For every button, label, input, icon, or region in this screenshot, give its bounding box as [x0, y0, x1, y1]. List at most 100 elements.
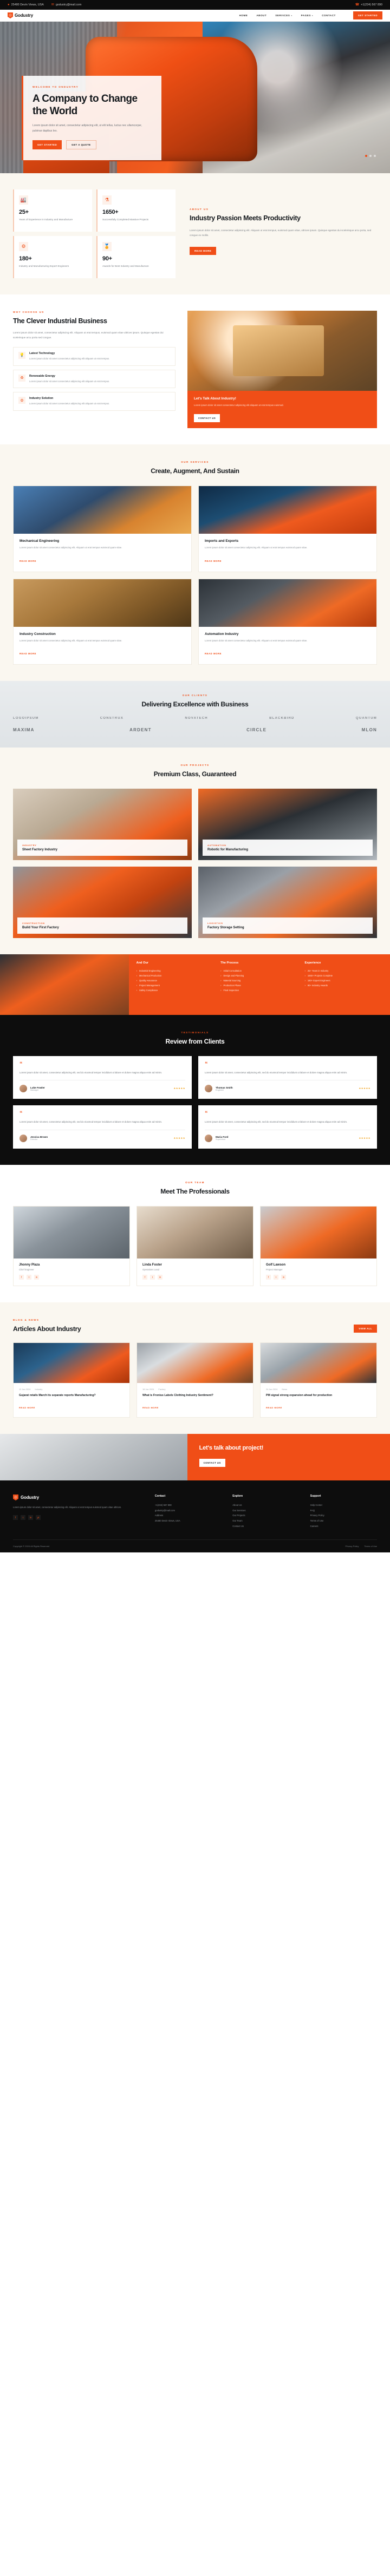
- band-column: Experience › 25+ Years in Industry › 1650+…: [305, 961, 382, 1008]
- band-column-title: The Process: [220, 961, 239, 965]
- partner-logo: LOGOIPSUM: [13, 716, 39, 720]
- hero-get-quote-button[interactable]: GET A QUOTE: [66, 140, 96, 149]
- logo-shield-icon: [8, 12, 13, 18]
- footer-link[interactable]: About Us: [232, 1503, 299, 1508]
- footer-link[interactable]: Our Projects: [232, 1513, 299, 1518]
- service-read-more-link[interactable]: READ MORE: [20, 560, 36, 562]
- service-card[interactable]: Industry Construction Lorem ipsum dolor …: [13, 578, 192, 665]
- bullet-icon: ›: [136, 979, 137, 982]
- team-card[interactable]: Jhonny Plaza Chief Engineer f t in: [13, 1205, 130, 1286]
- footer-link[interactable]: Help Center: [310, 1503, 377, 1508]
- nav-item-services[interactable]: SERVICES ▾: [275, 14, 292, 17]
- testimonial-role: Manager: [30, 1089, 38, 1091]
- blog-card[interactable]: 12 Jan 2024 Industry Gujarat retails Mar…: [13, 1342, 130, 1418]
- feature-text: Lorem ipsum dolor sit amet consectetur a…: [29, 402, 110, 405]
- service-text: Lorem ipsum dolor sit amet consectetur a…: [20, 546, 122, 549]
- twitter-icon[interactable]: t: [21, 1515, 25, 1520]
- blog-image-3: [261, 1342, 376, 1383]
- blog-card[interactable]: 24 Jan 2024 News PM signal strong expans…: [260, 1342, 377, 1418]
- team-card[interactable]: Linda Foster Operations Lead f t in: [136, 1205, 253, 1286]
- features-contact-button[interactable]: CONTACT US: [194, 414, 220, 423]
- blog-view-all-button[interactable]: VIEW ALL: [354, 1324, 377, 1333]
- privacy-policy-link[interactable]: Privacy Policy: [346, 1545, 359, 1548]
- star-rating-icon: ★★★★★: [359, 1136, 370, 1139]
- slider-dot-1[interactable]: [365, 155, 367, 157]
- footer-link[interactable]: +1(234) 567 890: [155, 1503, 222, 1508]
- twitter-icon[interactable]: t: [27, 1274, 31, 1280]
- nav-item-about[interactable]: ABOUT: [256, 14, 266, 17]
- get-started-button[interactable]: GET STARTED: [353, 11, 382, 19]
- nav-item-contact[interactable]: CONTACT: [322, 14, 336, 17]
- footer-link[interactable]: FAQ: [310, 1508, 377, 1513]
- footer-column-explore: Explore About Us Our Services Our Projec…: [232, 1495, 299, 1529]
- linkedin-icon[interactable]: in: [158, 1274, 162, 1280]
- project-card[interactable]: INDUSTRY Sheet Factory Industry: [13, 788, 192, 860]
- facebook-icon[interactable]: f: [13, 1515, 18, 1520]
- project-card[interactable]: LOGISTICS Factory Storage Setting: [198, 866, 377, 938]
- linkedin-icon[interactable]: in: [28, 1515, 33, 1520]
- service-card[interactable]: Automation Industry Lorem ipsum dolor si…: [198, 578, 377, 665]
- hero-slider-dots[interactable]: [365, 155, 376, 157]
- testimonial-card: “ Lorem ipsum dolor sit amet, consectetu…: [198, 1105, 377, 1149]
- twitter-icon[interactable]: t: [274, 1274, 278, 1280]
- service-read-more-link[interactable]: READ MORE: [20, 652, 36, 655]
- blog-read-more-link[interactable]: READ MORE: [266, 1406, 282, 1409]
- footer-logo[interactable]: Godustry: [13, 1495, 144, 1500]
- twitter-icon[interactable]: t: [150, 1274, 155, 1280]
- service-card[interactable]: Imports and Exports Lorem ipsum dolor si…: [198, 486, 377, 572]
- footer-link[interactable]: Our Services: [232, 1508, 299, 1513]
- terms-of-use-link[interactable]: Terms of Use: [364, 1545, 377, 1548]
- footer-link[interactable]: Privacy Policy: [310, 1513, 377, 1518]
- feature-item[interactable]: 💡 Latest Technology Lorem ipsum dolor si…: [13, 346, 176, 366]
- team-member-name: Golf Lawson: [266, 1263, 285, 1267]
- star-rating-icon: ★★★★★: [359, 1087, 370, 1090]
- hero-get-started-button[interactable]: GET STARTED: [32, 140, 62, 149]
- brand-logo[interactable]: Godustry: [8, 12, 33, 18]
- linkedin-icon[interactable]: in: [34, 1274, 39, 1280]
- footer-link[interactable]: Terms of Use: [310, 1518, 377, 1524]
- footer-link[interactable]: Our Team: [232, 1518, 299, 1524]
- footer-link[interactable]: Careers: [310, 1524, 377, 1529]
- facebook-icon[interactable]: f: [266, 1274, 271, 1280]
- team-card[interactable]: Golf Lawson Project Manager f t in: [260, 1205, 377, 1286]
- stats-about-section: 🏭 25+ Years of Experience in Industry an…: [0, 173, 390, 294]
- blog-image-1: [14, 1342, 129, 1383]
- slider-dot-3[interactable]: [374, 155, 376, 157]
- stat-card: ⚗ 1650+ Successfully Completed Massive P…: [96, 189, 176, 232]
- nav-item-pages[interactable]: PAGES ▾: [301, 14, 314, 17]
- slider-dot-2[interactable]: [369, 155, 372, 157]
- testimonial-text: Lorem ipsum dolor sit amet, consectetur …: [20, 1120, 162, 1124]
- partners-title: Delivering Excellence with Business: [141, 700, 249, 708]
- partner-logo: MAXIMA: [13, 727, 35, 732]
- feature-item[interactable]: ⚙ Industry Solution Lorem ipsum dolor si…: [13, 392, 176, 411]
- footer-link[interactable]: godustry@mail.com: [155, 1508, 222, 1513]
- project-card[interactable]: AUTOMATION Robotic for Manufacturing: [198, 788, 377, 860]
- service-card[interactable]: Mechanical Engineering Lorem ipsum dolor…: [13, 486, 192, 572]
- testimonial-card: “ Lorem ipsum dolor sit amet, consectetu…: [198, 1056, 377, 1099]
- top-bar-phone[interactable]: ☎ +1(234) 567 890: [355, 3, 382, 6]
- facebook-icon[interactable]: f: [142, 1274, 147, 1280]
- blog-card[interactable]: 18 Jan 2024 Factory What is Fronius Labe…: [136, 1342, 253, 1418]
- blog-read-more-link[interactable]: READ MORE: [19, 1406, 35, 1409]
- nav-item-home[interactable]: HOME: [239, 14, 248, 17]
- top-bar-email[interactable]: ✉ godustry@mail.com: [51, 3, 82, 6]
- blog-read-more-link[interactable]: READ MORE: [142, 1406, 159, 1409]
- bullet-icon: ›: [136, 969, 137, 972]
- footer-bottom: Copyright © 2024 All Rights Reserved Pri…: [13, 1539, 377, 1552]
- footer-link[interactable]: Contact Us: [232, 1524, 299, 1529]
- feature-item[interactable]: ♻ Renewable Energy Lorem ipsum dolor sit…: [13, 369, 176, 389]
- facebook-icon[interactable]: f: [19, 1274, 24, 1280]
- cta-contact-button[interactable]: CONTACT US: [199, 1459, 225, 1467]
- team-photo-golf: [261, 1206, 376, 1258]
- service-read-more-link[interactable]: READ MORE: [205, 560, 222, 562]
- brand-name: Godustry: [15, 13, 33, 18]
- bullet-icon: ›: [304, 979, 306, 982]
- youtube-icon[interactable]: yt: [36, 1515, 41, 1520]
- about-read-more-button[interactable]: READ MORE: [190, 246, 217, 255]
- project-card[interactable]: CONSTRUCTION Build Your First Factory: [13, 866, 192, 938]
- footer-column-support: Support Help Center FAQ Privacy Policy T…: [310, 1495, 377, 1529]
- service-read-more-link[interactable]: READ MORE: [205, 652, 222, 655]
- leaf-icon: ♻: [18, 374, 25, 382]
- team-member-role: Project Manager: [266, 1268, 283, 1271]
- linkedin-icon[interactable]: in: [281, 1274, 286, 1280]
